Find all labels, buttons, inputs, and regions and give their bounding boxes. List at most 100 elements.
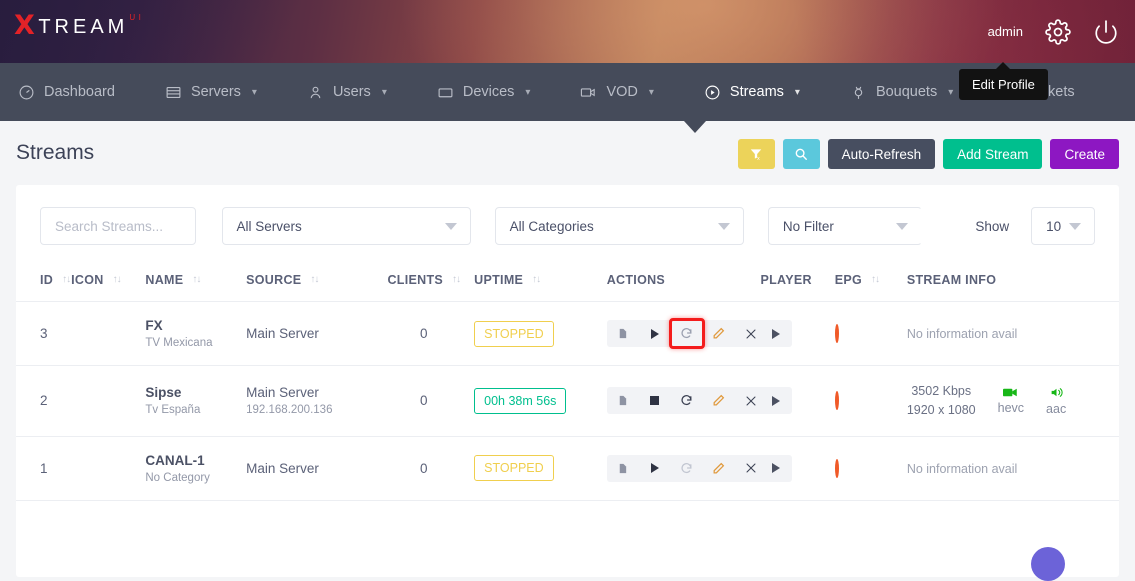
- cell-epg: [835, 436, 907, 500]
- video-icon: [580, 84, 597, 101]
- column-header-actions-label: ACTIONS: [607, 273, 665, 287]
- auto-refresh-button[interactable]: Auto-Refresh: [828, 139, 936, 169]
- cell-stream-info: No information avail: [907, 436, 1119, 500]
- start-stream-play-icon[interactable]: [639, 455, 671, 482]
- column-header-name[interactable]: NAME↑↓: [145, 261, 246, 302]
- streams-table-head: ID↑↓ ICON↑↓ NAME↑↓ SOURCE↑↓ CLIENTS ↑↓ UP…: [16, 261, 1119, 302]
- page-size-value: 10: [1046, 219, 1061, 234]
- file-icon[interactable]: [607, 387, 639, 414]
- user-icon: [307, 84, 324, 101]
- page-size-select[interactable]: 10: [1031, 207, 1095, 245]
- nav-item-vod[interactable]: VOD ▾: [576, 84, 675, 101]
- svg-text:x: x: [757, 156, 760, 161]
- cell-player: [760, 436, 834, 500]
- sort-icon[interactable]: ↑↓: [871, 275, 879, 285]
- servers-select[interactable]: All Servers: [222, 207, 471, 245]
- restart-stream-icon[interactable]: [671, 387, 703, 414]
- stream-info-numbers: 3502 Kbps 1920 x 1080: [907, 382, 976, 420]
- column-header-uptime-label: UPTIME: [474, 273, 523, 287]
- cell-name: CANAL-1 No Category: [145, 436, 246, 500]
- status-filter-select[interactable]: No Filter: [768, 207, 923, 245]
- stream-name: FX: [145, 318, 246, 333]
- add-stream-button[interactable]: Add Stream: [943, 139, 1042, 169]
- funnel-x-icon: x: [749, 147, 763, 161]
- column-header-source[interactable]: SOURCE↑↓: [246, 261, 373, 302]
- epg-circle-icon: [835, 391, 839, 410]
- search-button[interactable]: [783, 139, 820, 169]
- file-icon[interactable]: [607, 320, 639, 347]
- nav-item-users[interactable]: Users ▾: [303, 84, 409, 101]
- nav-item-devices[interactable]: Devices ▾: [433, 84, 553, 101]
- player-play-icon[interactable]: [760, 455, 792, 482]
- nav-item-servers[interactable]: Servers ▾: [161, 84, 279, 101]
- search-streams-field[interactable]: [40, 207, 196, 245]
- servers-select-value: All Servers: [237, 219, 302, 234]
- brand-logo[interactable]: X TREAM UI: [14, 12, 144, 42]
- clear-filter-button[interactable]: x: [738, 139, 775, 169]
- cell-source: Main Server: [246, 302, 373, 366]
- column-header-uptime[interactable]: UPTIME ↑↓: [474, 261, 607, 302]
- top-banner: X TREAM UI admin: [0, 0, 1135, 63]
- table-row[interactable]: 3 FX TV Mexicana Main Server 0 STOPPED: [16, 302, 1119, 366]
- table-row[interactable]: 2 Sipse Tv España Main Server 192.168.20…: [16, 366, 1119, 437]
- nav-item-streams[interactable]: Streams ▾: [700, 84, 822, 101]
- player-play-icon[interactable]: [760, 387, 792, 414]
- chevron-down-icon: [445, 223, 457, 230]
- cell-source: Main Server: [246, 436, 373, 500]
- cell-stream-info: 3502 Kbps 1920 x 1080 hevc aac: [907, 366, 1119, 437]
- player-play-icon[interactable]: [760, 320, 792, 347]
- cell-id: 1: [16, 436, 71, 500]
- scroll-to-top-fab[interactable]: [1031, 547, 1065, 581]
- chevron-down-icon: ▾: [649, 87, 654, 98]
- cell-name: Sipse Tv España: [145, 366, 246, 437]
- search-input[interactable]: [55, 219, 181, 234]
- speaker-icon: [1049, 386, 1064, 399]
- column-header-id[interactable]: ID↑↓: [16, 261, 71, 302]
- gear-icon[interactable]: [1045, 19, 1071, 45]
- brand-logo-sup: UI: [129, 12, 144, 24]
- stop-stream-icon[interactable]: [639, 387, 671, 414]
- edit-stream-icon[interactable]: [703, 455, 735, 482]
- cell-actions: [607, 436, 761, 500]
- column-header-icon[interactable]: ICON↑↓: [71, 261, 145, 302]
- sort-icon[interactable]: ↑↓: [113, 275, 121, 285]
- cell-icon: [71, 436, 145, 500]
- cell-uptime: STOPPED: [474, 302, 607, 366]
- banner-right-controls: admin: [988, 0, 1119, 63]
- cell-source: Main Server 192.168.200.136: [246, 366, 373, 437]
- create-button[interactable]: Create: [1050, 139, 1119, 169]
- restart-stream-icon[interactable]: [671, 455, 703, 482]
- column-header-actions: ACTIONS: [607, 261, 761, 302]
- nav-item-bouquets[interactable]: Bouquets ▾: [846, 84, 975, 101]
- cell-stream-info: No information avail: [907, 302, 1119, 366]
- table-row[interactable]: 1 CANAL-1 No Category Main Server 0 STOP…: [16, 436, 1119, 500]
- categories-select[interactable]: All Categories: [495, 207, 744, 245]
- cell-actions: [607, 366, 761, 437]
- column-header-player: PLAYER: [760, 261, 834, 302]
- audio-codec-label: aac: [1046, 402, 1066, 416]
- power-icon[interactable]: [1093, 19, 1119, 45]
- categories-select-value: All Categories: [510, 219, 594, 234]
- file-icon[interactable]: [607, 455, 639, 482]
- column-header-clients[interactable]: CLIENTS ↑↓: [373, 261, 474, 302]
- sort-icon[interactable]: ↑↓: [310, 275, 318, 285]
- streams-card: All Servers All Categories No Filter Sho…: [16, 185, 1119, 577]
- restart-stream-icon[interactable]: [671, 320, 703, 347]
- sort-icon[interactable]: ↑↓: [452, 275, 460, 285]
- edit-stream-icon[interactable]: [703, 320, 735, 347]
- nav-item-dashboard[interactable]: Dashboard: [14, 84, 137, 101]
- start-stream-play-icon[interactable]: [639, 320, 671, 347]
- sort-icon[interactable]: ↑↓: [192, 275, 200, 285]
- video-codec-group: hevc: [998, 387, 1024, 415]
- column-header-clients-label: CLIENTS: [387, 273, 443, 287]
- chevron-down-icon: [1069, 223, 1081, 230]
- current-user-label[interactable]: admin: [988, 24, 1023, 39]
- sort-icon[interactable]: ↑↓: [532, 275, 540, 285]
- chevron-down-icon: ▾: [795, 87, 800, 98]
- source-ip: 192.168.200.136: [246, 404, 373, 416]
- edit-stream-icon[interactable]: [703, 387, 735, 414]
- cell-uptime: STOPPED: [474, 436, 607, 500]
- status-filter-value: No Filter: [783, 219, 834, 234]
- column-header-epg[interactable]: EPG↑↓: [835, 261, 907, 302]
- sort-icon[interactable]: ↑↓: [62, 275, 70, 285]
